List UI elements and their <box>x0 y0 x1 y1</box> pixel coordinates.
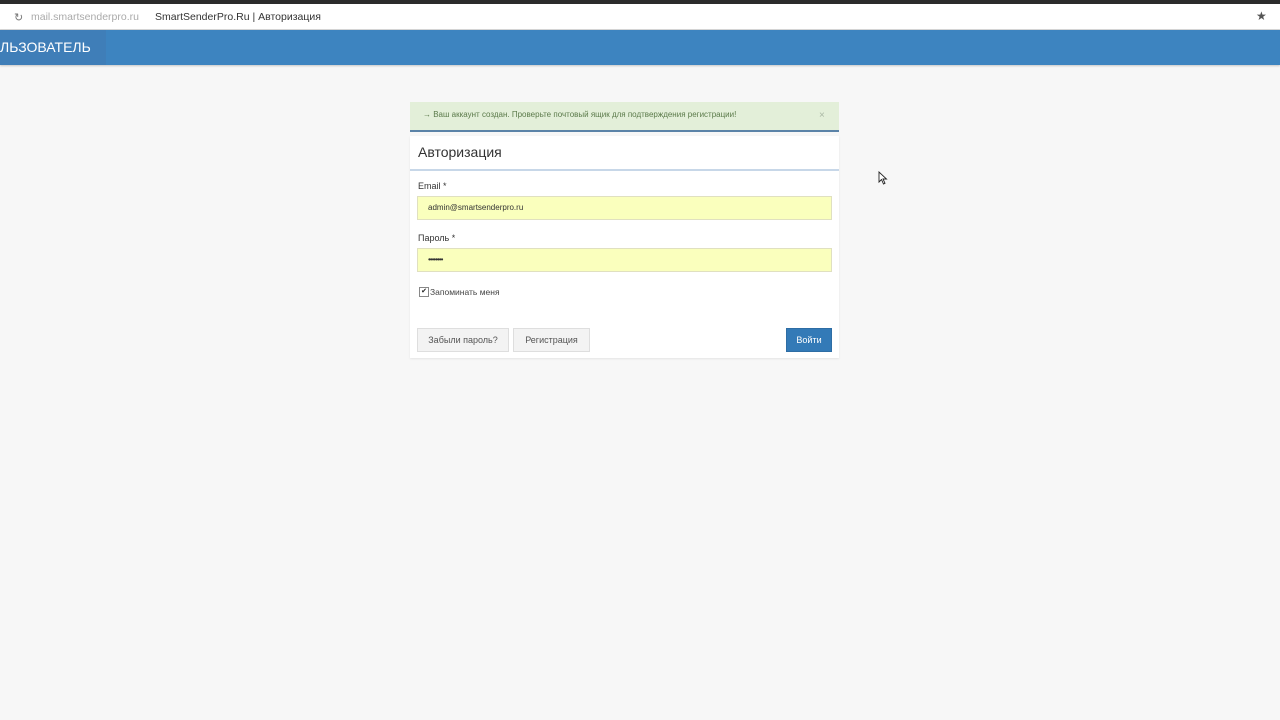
star-icon[interactable]: ★ <box>1256 9 1267 23</box>
email-label: Email * <box>418 181 447 191</box>
login-button[interactable]: Войти <box>786 328 832 352</box>
panel-heading: Авторизация <box>410 136 839 171</box>
nav-user-label: ЛЬЗОВАТЕЛЬ <box>0 39 91 55</box>
login-title: Авторизация <box>418 144 502 160</box>
login-panel: Авторизация Email * admin@smartsenderpro… <box>410 136 839 358</box>
password-field[interactable]: •••••••• <box>417 248 832 272</box>
page-title-text: SmartSenderPro.Ru | Авторизация <box>155 11 321 23</box>
mouse-cursor-icon <box>878 171 888 185</box>
forgot-password-button[interactable]: Забыли пароль? <box>417 328 509 352</box>
url-domain[interactable]: mail.smartsenderpro.ru <box>31 11 139 23</box>
nav-user-item[interactable]: ЛЬЗОВАТЕЛЬ <box>0 30 106 65</box>
remember-label: Запоминать меня <box>430 287 500 297</box>
reload-icon[interactable]: ↻ <box>14 11 23 24</box>
remember-checkbox[interactable]: ✔ <box>419 287 429 297</box>
window-top-edge <box>0 0 1280 4</box>
browser-address-bar: ↻ mail.smartsenderpro.ru SmartSenderPro.… <box>0 0 1280 30</box>
top-navbar: ЛЬЗОВАТЕЛЬ <box>0 30 1280 65</box>
success-alert: → Ваш аккаунт создан. Проверьте почтовый… <box>410 102 839 132</box>
register-button[interactable]: Регистрация <box>513 328 590 352</box>
alert-message: → Ваш аккаунт создан. Проверьте почтовый… <box>423 110 737 119</box>
close-icon[interactable]: × <box>819 110 825 121</box>
password-label: Пароль * <box>418 233 456 243</box>
email-field[interactable]: admin@smartsenderpro.ru <box>417 196 832 220</box>
